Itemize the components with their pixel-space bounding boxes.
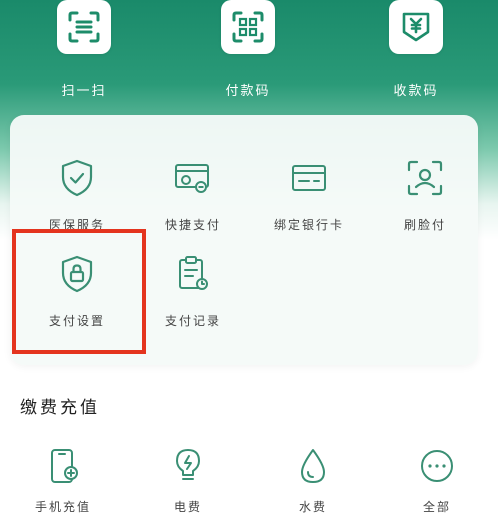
all-bills-button[interactable]: 全部 [382,446,492,526]
face-pay-label: 刷脸付 [403,218,446,232]
qr-code-icon [221,0,275,54]
water-drop-icon [293,446,333,486]
quick-pay-service[interactable]: 快捷支付 [138,158,248,258]
all-bills-label: 全部 [422,500,451,514]
bulb-icon [168,446,208,486]
scan-button[interactable]: 扫一扫 [24,0,144,110]
face-pay-service[interactable]: 刷脸付 [370,158,480,258]
water-bill-button[interactable]: 水费 [258,446,368,526]
payment-records-label: 支付记录 [164,314,221,328]
top-actions-bar: 扫一扫 付款码 收款码 [0,0,498,110]
scan-icon [57,0,111,54]
water-bill-label: 水费 [298,500,327,514]
yen-receive-icon [389,0,443,54]
phone-recharge-icon [43,446,83,486]
bind-card-service[interactable]: 绑定银行卡 [254,158,364,258]
payment-records-service[interactable]: 支付记录 [138,254,248,354]
phone-recharge-button[interactable]: 手机充值 [8,446,118,526]
phone-recharge-label: 手机充值 [34,500,91,514]
bank-card-icon [289,158,329,198]
bills-section-title: 缴费充值 [20,398,100,418]
pay-code-label: 付款码 [225,84,271,99]
receive-code-label: 收款码 [393,84,439,99]
shield-check-icon [57,158,97,198]
scan-label: 扫一扫 [61,84,107,99]
pay-code-button[interactable]: 付款码 [188,0,308,110]
quick-pay-label: 快捷支付 [164,218,221,232]
receive-code-button[interactable]: 收款码 [356,0,476,110]
receipt-icon [173,254,213,294]
electricity-bill-label: 电费 [173,500,202,514]
electricity-bill-button[interactable]: 电费 [133,446,243,526]
highlight-box [12,229,146,354]
card-pay-icon [173,158,213,198]
more-dots-icon [417,446,457,486]
face-scan-icon [405,158,445,198]
bind-card-label: 绑定银行卡 [273,218,344,232]
